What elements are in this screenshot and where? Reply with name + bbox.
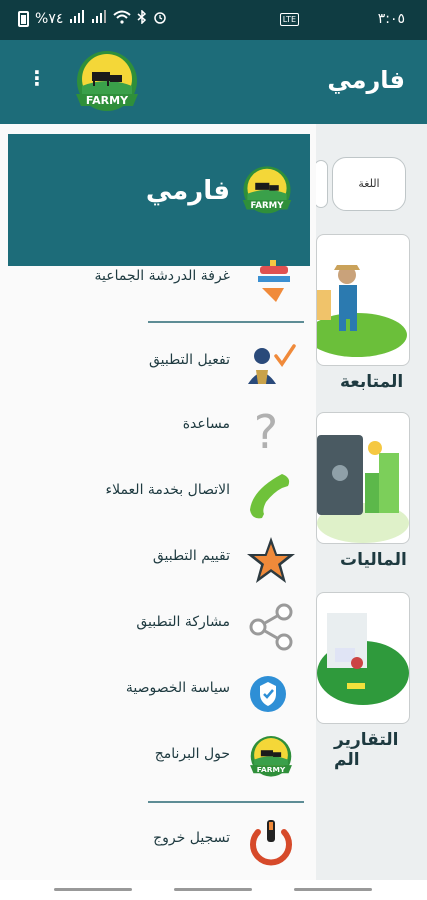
drawer-item-help[interactable]: ? مساعدة xyxy=(0,400,316,459)
drawer-item-label: مساعدة xyxy=(182,416,230,432)
power-icon xyxy=(244,818,298,868)
drawer-item-group-chat[interactable]: غرفة الدردشة الجماعية xyxy=(0,252,316,304)
app-bar: ⋮ FARMY فارمي xyxy=(0,40,427,124)
finance-illustration xyxy=(317,435,409,543)
drawer-item-label: حول البرنامج xyxy=(154,746,230,762)
status-time: ٣:٠٥ xyxy=(377,11,405,27)
svg-text:FARMY: FARMY xyxy=(257,765,286,774)
drawer-item-label: تقييم التطبيق xyxy=(152,548,230,564)
card-label-tracking: المتابعة xyxy=(340,372,404,392)
star-icon xyxy=(244,536,298,586)
drawer-divider xyxy=(148,321,304,323)
nav-home-handle[interactable] xyxy=(174,888,252,891)
svg-text:FARMY: FARMY xyxy=(251,201,285,211)
card-reports[interactable] xyxy=(316,592,410,724)
bluetooth-icon xyxy=(137,9,147,28)
farmer-illustration xyxy=(317,265,407,357)
drawer-title: فارمي xyxy=(145,176,230,206)
user-check-icon xyxy=(244,340,298,390)
nav-recents-handle[interactable] xyxy=(294,888,372,891)
language-button[interactable]: اللغة xyxy=(332,157,406,211)
drawer-item-label: تفعيل التطبيق xyxy=(149,352,230,368)
card-tracking[interactable] xyxy=(316,234,410,366)
question-icon: ? xyxy=(244,404,298,459)
status-icons: %٧٤ xyxy=(18,9,167,28)
drawer-header: FARMY فارمي xyxy=(8,134,310,266)
overflow-menu-icon[interactable]: ⋮ xyxy=(27,66,47,90)
drawer-item-rate[interactable]: تقييم التطبيق xyxy=(0,532,316,584)
drawer-item-label: سياسة الخصوصية xyxy=(125,680,230,696)
signal-icon xyxy=(69,10,85,28)
drawer-divider xyxy=(148,801,304,803)
svg-text:FARMY: FARMY xyxy=(86,94,129,107)
drawer-item-label: تسجيل خروج xyxy=(153,830,230,846)
farmy-logo-icon: FARMY xyxy=(238,164,296,222)
drawer-item-share[interactable]: مشاركة التطبيق xyxy=(0,598,316,652)
nav-back-handle[interactable] xyxy=(54,888,132,891)
shield-icon xyxy=(244,668,298,718)
phone-icon xyxy=(244,470,298,520)
drawer-item-privacy[interactable]: سياسة الخصوصية xyxy=(0,664,316,716)
language-toggle-left[interactable] xyxy=(314,160,328,208)
drawer-item-label: الاتصال بخدمة العملاء xyxy=(105,482,230,498)
drawer-item-label: مشاركة التطبيق xyxy=(136,614,230,630)
battery-percent: %٧٤ xyxy=(35,11,64,27)
alarm-icon xyxy=(153,10,167,28)
drawer-item-label: غرفة الدردشة الجماعية xyxy=(94,268,230,284)
card-label-finance: الماليات xyxy=(340,550,407,570)
farmy-logo-icon: FARMY xyxy=(70,48,144,122)
svg-text:?: ? xyxy=(254,405,278,454)
wifi-icon xyxy=(113,10,132,28)
group-chat-icon xyxy=(244,256,298,306)
drawer-item-about[interactable]: FARMY حول البرنامج xyxy=(0,730,316,782)
reports-illustration xyxy=(317,613,409,705)
lte-badge: LTE xyxy=(279,13,299,26)
app-title: فارمي xyxy=(327,66,405,94)
status-bar: %٧٤ LTE ٣:٠٥ xyxy=(0,0,427,40)
farmy-logo-icon: FARMY xyxy=(244,734,298,784)
system-nav-bar xyxy=(0,880,427,900)
drawer-item-logout[interactable]: تسجيل خروج xyxy=(0,814,316,866)
share-icon xyxy=(244,602,298,652)
card-finance[interactable] xyxy=(316,412,410,544)
card-label-reports: التقارير الم xyxy=(334,730,399,770)
battery-icon xyxy=(18,11,29,27)
drawer-item-contact[interactable]: الاتصال بخدمة العملاء xyxy=(0,466,316,520)
drawer-item-activate[interactable]: تفعيل التطبيق xyxy=(0,336,316,388)
signal-icon-2 xyxy=(91,10,107,28)
